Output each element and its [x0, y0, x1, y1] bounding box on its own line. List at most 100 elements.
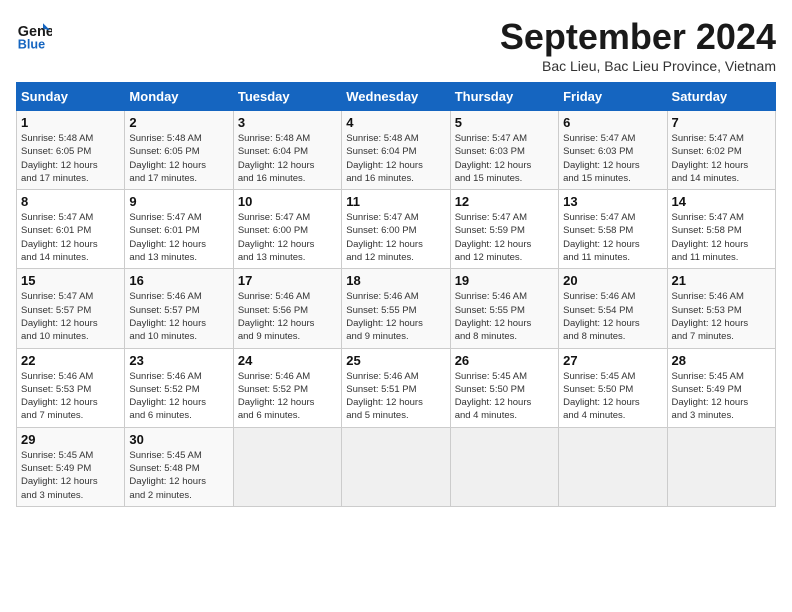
- day-info: Sunrise: 5:47 AM Sunset: 6:01 PM Dayligh…: [129, 211, 228, 264]
- calendar-cell: [559, 427, 667, 506]
- calendar-cell: 23 Sunrise: 5:46 AM Sunset: 5:52 PM Dayli…: [125, 348, 233, 427]
- calendar-cell: 24 Sunrise: 5:46 AM Sunset: 5:52 PM Dayli…: [233, 348, 341, 427]
- day-number: 22: [21, 353, 120, 368]
- day-info: Sunrise: 5:48 AM Sunset: 6:05 PM Dayligh…: [129, 132, 228, 185]
- day-info: Sunrise: 5:46 AM Sunset: 5:52 PM Dayligh…: [129, 370, 228, 423]
- calendar-week-5: 29 Sunrise: 5:45 AM Sunset: 5:49 PM Dayli…: [17, 427, 776, 506]
- day-info: Sunrise: 5:45 AM Sunset: 5:49 PM Dayligh…: [672, 370, 771, 423]
- calendar-cell: 20 Sunrise: 5:46 AM Sunset: 5:54 PM Dayli…: [559, 269, 667, 348]
- calendar-cell: 7 Sunrise: 5:47 AM Sunset: 6:02 PM Daylig…: [667, 111, 775, 190]
- calendar-cell: 15 Sunrise: 5:47 AM Sunset: 5:57 PM Dayli…: [17, 269, 125, 348]
- day-number: 21: [672, 273, 771, 288]
- calendar-week-1: 1 Sunrise: 5:48 AM Sunset: 6:05 PM Daylig…: [17, 111, 776, 190]
- day-info: Sunrise: 5:47 AM Sunset: 5:59 PM Dayligh…: [455, 211, 554, 264]
- calendar-cell: [667, 427, 775, 506]
- day-number: 14: [672, 194, 771, 209]
- calendar-week-4: 22 Sunrise: 5:46 AM Sunset: 5:53 PM Dayli…: [17, 348, 776, 427]
- day-info: Sunrise: 5:45 AM Sunset: 5:48 PM Dayligh…: [129, 449, 228, 502]
- day-number: 28: [672, 353, 771, 368]
- day-number: 29: [21, 432, 120, 447]
- day-info: Sunrise: 5:46 AM Sunset: 5:52 PM Dayligh…: [238, 370, 337, 423]
- day-number: 9: [129, 194, 228, 209]
- column-header-friday: Friday: [559, 83, 667, 111]
- logo-icon: General Blue: [16, 16, 52, 52]
- day-info: Sunrise: 5:47 AM Sunset: 5:57 PM Dayligh…: [21, 290, 120, 343]
- calendar-cell: 4Sunrise: 5:48 AM Sunset: 6:04 PM Daylig…: [342, 111, 450, 190]
- calendar-cell: 17 Sunrise: 5:46 AM Sunset: 5:56 PM Dayli…: [233, 269, 341, 348]
- day-number: 1: [21, 115, 120, 130]
- calendar-cell: [233, 427, 341, 506]
- day-number: 7: [672, 115, 771, 130]
- svg-text:Blue: Blue: [18, 37, 45, 51]
- day-info: Sunrise: 5:47 AM Sunset: 6:01 PM Dayligh…: [21, 211, 120, 264]
- day-info: Sunrise: 5:47 AM Sunset: 6:03 PM Dayligh…: [563, 132, 662, 185]
- day-info: Sunrise: 5:47 AM Sunset: 6:00 PM Dayligh…: [346, 211, 445, 264]
- column-header-saturday: Saturday: [667, 83, 775, 111]
- day-info: Sunrise: 5:45 AM Sunset: 5:50 PM Dayligh…: [563, 370, 662, 423]
- day-info: Sunrise: 5:45 AM Sunset: 5:50 PM Dayligh…: [455, 370, 554, 423]
- calendar-cell: 21 Sunrise: 5:46 AM Sunset: 5:53 PM Dayli…: [667, 269, 775, 348]
- day-info: Sunrise: 5:46 AM Sunset: 5:55 PM Dayligh…: [455, 290, 554, 343]
- calendar-cell: 26 Sunrise: 5:45 AM Sunset: 5:50 PM Dayli…: [450, 348, 558, 427]
- calendar-cell: 14 Sunrise: 5:47 AM Sunset: 5:58 PM Dayli…: [667, 190, 775, 269]
- day-info: Sunrise: 5:47 AM Sunset: 6:03 PM Dayligh…: [455, 132, 554, 185]
- calendar-cell: 5 Sunrise: 5:47 AM Sunset: 6:03 PM Daylig…: [450, 111, 558, 190]
- day-number: 6: [563, 115, 662, 130]
- column-header-tuesday: Tuesday: [233, 83, 341, 111]
- day-info: Sunrise: 5:47 AM Sunset: 6:02 PM Dayligh…: [672, 132, 771, 185]
- day-info: Sunrise: 5:46 AM Sunset: 5:53 PM Dayligh…: [672, 290, 771, 343]
- day-number: 2: [129, 115, 228, 130]
- calendar-cell: 8 Sunrise: 5:47 AM Sunset: 6:01 PM Daylig…: [17, 190, 125, 269]
- calendar-cell: 10Sunrise: 5:47 AM Sunset: 6:00 PM Dayli…: [233, 190, 341, 269]
- day-info: Sunrise: 5:46 AM Sunset: 5:56 PM Dayligh…: [238, 290, 337, 343]
- calendar-cell: 30 Sunrise: 5:45 AM Sunset: 5:48 PM Dayli…: [125, 427, 233, 506]
- day-number: 12: [455, 194, 554, 209]
- day-number: 20: [563, 273, 662, 288]
- calendar-cell: 11 Sunrise: 5:47 AM Sunset: 6:00 PM Dayli…: [342, 190, 450, 269]
- day-number: 30: [129, 432, 228, 447]
- column-header-sunday: Sunday: [17, 83, 125, 111]
- day-number: 18: [346, 273, 445, 288]
- day-number: 23: [129, 353, 228, 368]
- day-info: Sunrise: 5:46 AM Sunset: 5:54 PM Dayligh…: [563, 290, 662, 343]
- calendar-header: SundayMondayTuesdayWednesdayThursdayFrid…: [17, 83, 776, 111]
- day-info: Sunrise: 5:46 AM Sunset: 5:53 PM Dayligh…: [21, 370, 120, 423]
- column-header-monday: Monday: [125, 83, 233, 111]
- title-area: September 2024 Bac Lieu, Bac Lieu Provin…: [500, 16, 776, 74]
- day-number: 26: [455, 353, 554, 368]
- calendar-cell: 19 Sunrise: 5:46 AM Sunset: 5:55 PM Dayli…: [450, 269, 558, 348]
- day-info: Sunrise: 5:47 AM Sunset: 5:58 PM Dayligh…: [672, 211, 771, 264]
- day-info: Sunrise: 5:45 AM Sunset: 5:49 PM Dayligh…: [21, 449, 120, 502]
- day-number: 19: [455, 273, 554, 288]
- day-info: Sunrise: 5:46 AM Sunset: 5:51 PM Dayligh…: [346, 370, 445, 423]
- calendar-cell: 13Sunrise: 5:47 AM Sunset: 5:58 PM Dayli…: [559, 190, 667, 269]
- calendar-title: September 2024: [500, 16, 776, 58]
- day-info: Sunrise: 5:46 AM Sunset: 5:55 PM Dayligh…: [346, 290, 445, 343]
- calendar-cell: [342, 427, 450, 506]
- day-number: 4: [346, 115, 445, 130]
- day-number: 15: [21, 273, 120, 288]
- calendar-table: SundayMondayTuesdayWednesdayThursdayFrid…: [16, 82, 776, 507]
- day-number: 17: [238, 273, 337, 288]
- day-number: 5: [455, 115, 554, 130]
- day-number: 11: [346, 194, 445, 209]
- day-number: 27: [563, 353, 662, 368]
- calendar-cell: 2 Sunrise: 5:48 AM Sunset: 6:05 PM Daylig…: [125, 111, 233, 190]
- calendar-cell: 29 Sunrise: 5:45 AM Sunset: 5:49 PM Dayli…: [17, 427, 125, 506]
- calendar-cell: 16Sunrise: 5:46 AM Sunset: 5:57 PM Dayli…: [125, 269, 233, 348]
- day-number: 24: [238, 353, 337, 368]
- calendar-cell: 28 Sunrise: 5:45 AM Sunset: 5:49 PM Dayli…: [667, 348, 775, 427]
- calendar-week-3: 15 Sunrise: 5:47 AM Sunset: 5:57 PM Dayli…: [17, 269, 776, 348]
- day-info: Sunrise: 5:48 AM Sunset: 6:05 PM Dayligh…: [21, 132, 120, 185]
- day-number: 10: [238, 194, 337, 209]
- calendar-cell: 9 Sunrise: 5:47 AM Sunset: 6:01 PM Daylig…: [125, 190, 233, 269]
- calendar-cell: 22 Sunrise: 5:46 AM Sunset: 5:53 PM Dayli…: [17, 348, 125, 427]
- day-number: 8: [21, 194, 120, 209]
- logo: General Blue: [16, 16, 52, 52]
- header: General Blue September 2024 Bac Lieu, Ba…: [16, 16, 776, 74]
- calendar-cell: 12 Sunrise: 5:47 AM Sunset: 5:59 PM Dayli…: [450, 190, 558, 269]
- calendar-subtitle: Bac Lieu, Bac Lieu Province, Vietnam: [500, 58, 776, 74]
- day-number: 25: [346, 353, 445, 368]
- day-number: 16: [129, 273, 228, 288]
- day-number: 13: [563, 194, 662, 209]
